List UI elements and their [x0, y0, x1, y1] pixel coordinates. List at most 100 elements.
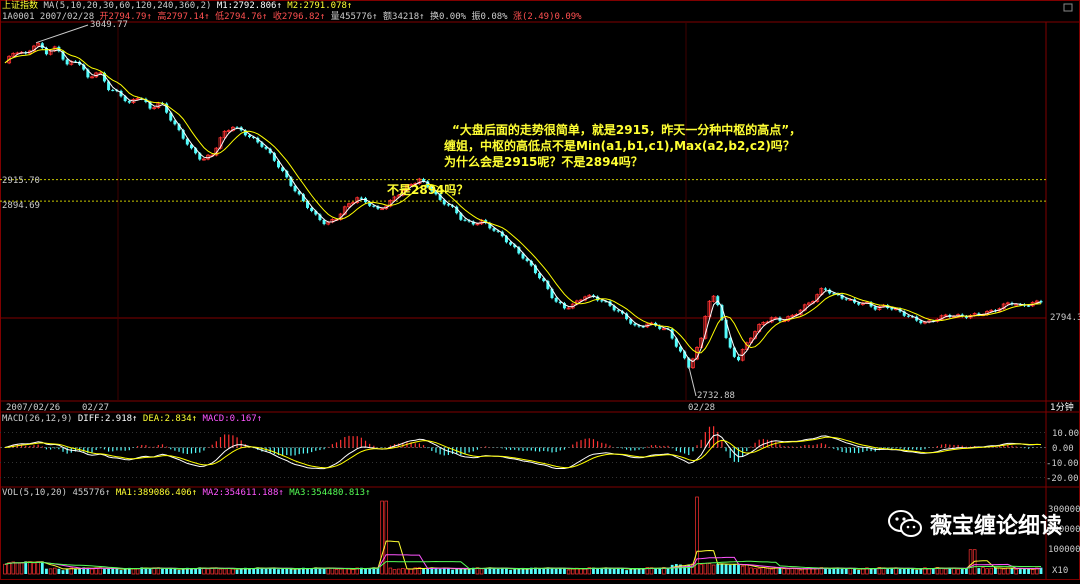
- volume-bar: [566, 569, 571, 575]
- volume-bar: [222, 568, 227, 575]
- candle-body: [247, 135, 251, 138]
- candle-body: [446, 204, 450, 206]
- volume-bar: [173, 569, 177, 574]
- volume-bar: [467, 569, 471, 574]
- macd-params: MACD(26,12,9): [2, 414, 73, 424]
- candle-body: [509, 242, 513, 245]
- high-label: 3049.77: [90, 20, 128, 30]
- volume-bar: [612, 568, 616, 574]
- volume-bar: [786, 568, 790, 575]
- vol-ma3-line: [4, 560, 1042, 570]
- macd-dea: DEA:2.834↑: [142, 414, 198, 424]
- candle-body: [616, 310, 620, 312]
- ma-m2: M2:2791.078↑: [287, 1, 353, 11]
- volume-bar: [782, 568, 786, 575]
- candle-body: [906, 315, 910, 317]
- volume-bar: [550, 568, 554, 574]
- volume-bar: [384, 500, 388, 575]
- volume-bar: [248, 568, 251, 574]
- diff-line: [4, 434, 1042, 470]
- volume-bar: [3, 563, 7, 575]
- volume-bar: [695, 496, 699, 575]
- volume-bar: [334, 569, 339, 575]
- volume-bar: [264, 568, 268, 574]
- volume-bar: [148, 569, 152, 574]
- volume-bar: [985, 568, 989, 575]
- volume-bar: [330, 567, 335, 575]
- volume-bar: [388, 567, 393, 575]
- volume-bar: [621, 568, 624, 574]
- volume-bar: [641, 568, 645, 574]
- volume-bar: [774, 567, 778, 575]
- volume-bar: [285, 568, 289, 574]
- volume-bar: [1010, 567, 1014, 574]
- macd-tick-neg10: -10.00: [1046, 459, 1079, 469]
- volume-bar: [840, 568, 844, 574]
- volume-bar: [422, 568, 425, 574]
- volume-bar: [90, 568, 94, 575]
- volume-bar: [927, 568, 931, 575]
- volume-bar: [844, 568, 848, 574]
- volume-bar: [479, 568, 484, 575]
- annotation-line-1: “大盘后面的走势很简单，就是2915，昨天一分种中枢的高点”，: [452, 123, 802, 137]
- volume-bar: [521, 568, 525, 574]
- volume-bar: [107, 568, 110, 574]
- volume-bar: [459, 568, 463, 574]
- volume-bar: [277, 569, 280, 574]
- volume-bar: [968, 549, 973, 575]
- volume-bar: [74, 568, 77, 574]
- volume-bar: [616, 568, 620, 574]
- index-name: 上证指数: [2, 1, 39, 11]
- volume-bar: [227, 568, 231, 575]
- window-button-icon: [1063, 3, 1073, 12]
- candle-body: [372, 205, 376, 207]
- volume-bar: [32, 562, 36, 575]
- volume-bar: [716, 563, 720, 574]
- annotation-line-2: 缠姐，中枢的高低点不是Min(a1,b1,c1),Max(a2,b2,c2)吗？: [444, 139, 795, 153]
- candle-body: [65, 59, 69, 65]
- volume-bar: [828, 569, 832, 574]
- volume-bar: [563, 568, 566, 574]
- volume-bar: [886, 569, 890, 574]
- volume-bar: [57, 568, 61, 574]
- volume-bar: [931, 568, 935, 574]
- vol-ma1-line: [4, 540, 1042, 570]
- volume-bar: [699, 564, 703, 575]
- volume-bar: [513, 569, 517, 574]
- low-value: 低2794.76↑: [215, 12, 268, 22]
- volume-bar: [347, 568, 351, 575]
- volume-bar: [45, 568, 48, 574]
- amount-value: 额34218↑: [383, 12, 425, 22]
- volume-bar: [965, 568, 968, 574]
- volume-bar: [1014, 568, 1018, 575]
- volume-bar: [554, 568, 558, 574]
- macd-tick-neg20: -20.00: [1046, 474, 1079, 484]
- volume-bar: [61, 570, 65, 574]
- volume-bar: [463, 568, 467, 574]
- volume-bar: [218, 568, 223, 575]
- volume-bar: [1030, 569, 1035, 575]
- ma1-line: [4, 45, 1042, 363]
- vol-ma3: MA3:354480.813↑: [289, 488, 371, 498]
- vol-unit: X10: [1052, 566, 1069, 576]
- volume-bar: [169, 568, 173, 574]
- volume-bar: [815, 568, 819, 575]
- volume-bar: [707, 563, 712, 575]
- volume-bar: [447, 568, 450, 574]
- volume-value: 量455776↑: [330, 12, 378, 22]
- candle-body: [824, 288, 828, 290]
- volume-bar: [409, 568, 413, 575]
- volume-bar: [500, 567, 504, 574]
- low-label: 2732.88: [697, 391, 735, 401]
- time-label-0227: 02/27: [82, 403, 110, 413]
- volume-bar: [869, 568, 873, 574]
- volume-bar: [434, 568, 438, 574]
- volume-bar: [728, 564, 732, 574]
- turnover-value: 换0.00%: [429, 12, 467, 22]
- volume-bar: [1001, 568, 1006, 575]
- volume-bar: [36, 561, 40, 575]
- volume-bar: [749, 567, 753, 575]
- wechat-icon: [887, 510, 922, 537]
- volume-bar: [625, 570, 628, 574]
- period-button[interactable]: 1分钟: [1050, 403, 1074, 414]
